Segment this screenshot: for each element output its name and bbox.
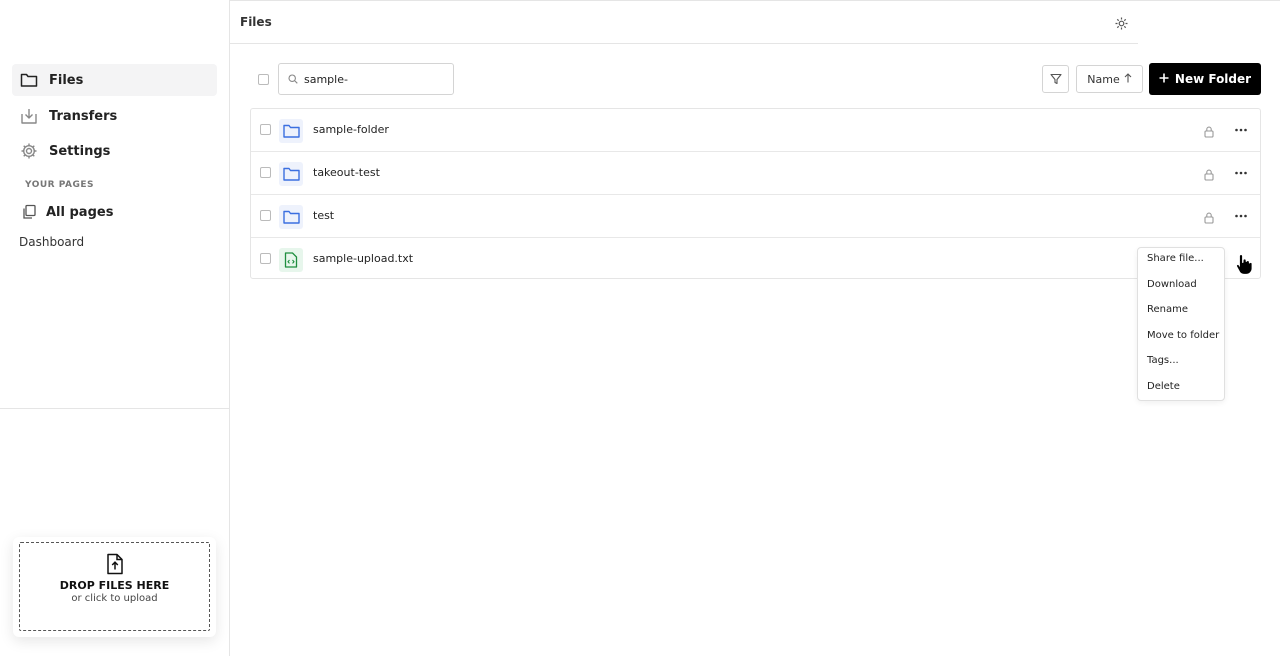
menu-item-share[interactable]: Share file...: [1147, 253, 1204, 264]
row-checkbox[interactable]: [260, 210, 271, 221]
filter-button[interactable]: [1042, 65, 1069, 93]
context-menu: Share file... Download Rename Move to fo…: [1137, 247, 1225, 401]
file-name[interactable]: takeout-test: [313, 166, 380, 179]
sidebar-divider: [0, 408, 229, 409]
sort-button[interactable]: Name: [1076, 65, 1143, 93]
arrow-up-icon: [1124, 72, 1132, 86]
menu-item-download[interactable]: Download: [1147, 279, 1197, 290]
table-row[interactable]: test: [251, 194, 1260, 238]
sidebar-item-all-pages[interactable]: All pages: [12, 196, 217, 228]
search-input[interactable]: [304, 72, 444, 86]
filter-icon: [1049, 70, 1062, 89]
menu-item-rename[interactable]: Rename: [1147, 304, 1188, 315]
topbar: Files: [230, 0, 1280, 45]
file-name[interactable]: sample-folder: [313, 123, 389, 136]
file-name[interactable]: sample-upload.txt: [313, 252, 413, 265]
section-label-your-pages: YOUR PAGES: [25, 180, 94, 190]
gear-icon: [19, 141, 39, 161]
sun-icon[interactable]: [1115, 15, 1128, 34]
sidebar-item-label: Files: [49, 72, 84, 88]
upload-title: DROP FILES HERE: [59, 579, 170, 592]
menu-item-move[interactable]: Move to folder: [1147, 330, 1219, 341]
folder-icon: [279, 205, 303, 229]
folder-icon: [19, 70, 39, 90]
menu-item-delete[interactable]: Delete: [1147, 381, 1180, 392]
lock-icon: [1204, 209, 1214, 228]
topbar-blank-area: [1138, 1, 1280, 45]
copy-pages-icon: [19, 202, 39, 222]
row-checkbox[interactable]: [260, 167, 271, 178]
new-folder-button[interactable]: New Folder: [1149, 63, 1261, 95]
select-all-checkbox[interactable]: [258, 74, 269, 85]
upload-dropzone-container: DROP FILES HERE or click to upload: [13, 537, 216, 637]
inbox-download-icon: [19, 106, 39, 126]
sidebar-item-label: Transfers: [49, 108, 118, 124]
sort-label: Name: [1087, 72, 1120, 86]
sidebar: Files Transfers Settings YOUR PAGES All …: [0, 0, 230, 656]
plus-icon: [1159, 72, 1169, 86]
search-icon: [288, 74, 298, 84]
row-checkbox[interactable]: [260, 124, 271, 135]
table-row[interactable]: sample-folder: [251, 109, 1260, 152]
sidebar-item-label: All pages: [46, 204, 114, 220]
more-options-icon[interactable]: [1232, 165, 1250, 181]
code-file-icon: [279, 248, 303, 272]
file-upload-icon: [20, 553, 209, 575]
page-title: Files: [240, 15, 272, 29]
sidebar-link-dashboard[interactable]: Dashboard: [19, 235, 84, 249]
upload-dropzone[interactable]: DROP FILES HERE or click to upload: [19, 542, 210, 631]
more-options-icon[interactable]: [1232, 122, 1250, 138]
hand-cursor-icon: [1235, 253, 1253, 279]
folder-icon: [279, 162, 303, 186]
lock-icon: [1204, 166, 1214, 185]
file-name[interactable]: test: [313, 209, 334, 222]
sidebar-item-label: Settings: [49, 143, 111, 159]
sidebar-item-settings[interactable]: Settings: [12, 135, 217, 167]
more-options-icon[interactable]: [1232, 208, 1250, 224]
file-list: sample-folder takeout-test test sample-u…: [250, 108, 1261, 279]
lock-icon: [1204, 123, 1214, 142]
sidebar-item-transfers[interactable]: Transfers: [12, 100, 217, 132]
new-folder-label: New Folder: [1174, 72, 1252, 86]
table-row[interactable]: takeout-test: [251, 151, 1260, 195]
row-checkbox[interactable]: [260, 253, 271, 264]
folder-icon: [279, 119, 303, 143]
menu-item-tags[interactable]: Tags...: [1147, 355, 1179, 366]
table-row[interactable]: sample-upload.txt: [251, 237, 1260, 281]
search-box[interactable]: [278, 63, 454, 95]
upload-subtitle: or click to upload: [71, 593, 158, 604]
sidebar-item-files[interactable]: Files: [12, 64, 217, 96]
